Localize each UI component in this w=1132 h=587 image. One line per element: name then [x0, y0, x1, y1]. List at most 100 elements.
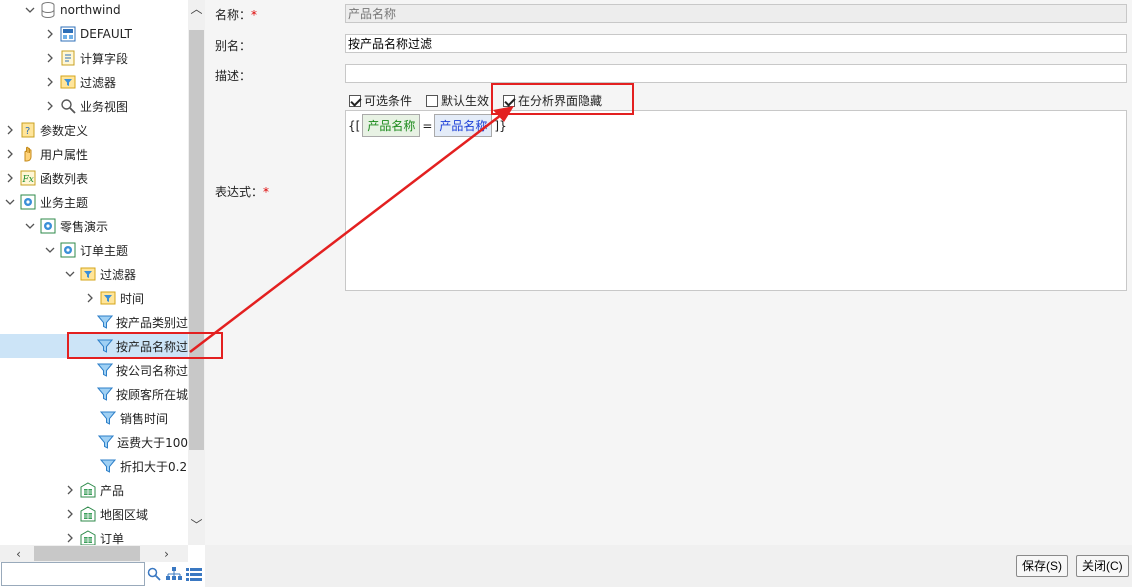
checkbox-box[interactable]	[349, 94, 361, 107]
list-view-icon[interactable]	[186, 566, 202, 582]
chevron-right-icon[interactable]	[84, 292, 96, 304]
tree-item-label: 订单	[100, 531, 125, 546]
required-mark: *	[263, 185, 270, 199]
tree-item[interactable]: 产品	[0, 478, 188, 502]
tree-item-label: 过滤器	[100, 267, 137, 282]
chevron-down-icon[interactable]	[24, 4, 36, 16]
tree-item-label: 过滤器	[80, 75, 117, 90]
param-token[interactable]: 产品名称	[434, 114, 493, 137]
save-button[interactable]: 保存(S)	[1016, 555, 1068, 577]
tree-item[interactable]: 订单主题	[0, 238, 188, 262]
tree-item-label: 运费大于100	[117, 435, 188, 450]
tree-item-label: 时间	[120, 291, 145, 306]
description-field[interactable]	[345, 64, 1127, 83]
chevron-right-icon[interactable]	[44, 52, 56, 64]
close-button[interactable]: 关闭(C)	[1076, 555, 1129, 577]
tree-vertical-scrollbar[interactable]: ︿ ﹀	[188, 0, 205, 545]
tree-item[interactable]: 折扣大于0.2	[0, 454, 188, 478]
chevron-right-icon[interactable]	[4, 124, 16, 136]
tree-view-icon[interactable]	[166, 566, 182, 582]
scroll-up-icon[interactable]: ︿	[188, 0, 205, 17]
optional-condition-checkbox[interactable]: 可选条件	[349, 92, 412, 109]
tree-item[interactable]: ? 参数定义	[0, 118, 188, 142]
chevron-right-icon[interactable]	[4, 172, 16, 184]
filter-icon	[99, 409, 117, 427]
horizontal-scroll-thumb[interactable]	[34, 546, 140, 561]
chevron-right-icon[interactable]	[64, 532, 76, 544]
tree-item[interactable]: Fx 函数列表	[0, 166, 188, 190]
tree-item-label: 按产品类别过	[115, 315, 188, 330]
tree-item[interactable]: 业务视图	[0, 94, 188, 118]
tree-item-label: 按顾客所在城	[115, 387, 188, 402]
tree-item[interactable]: 按顾客所在城	[0, 382, 188, 406]
chevron-right-icon[interactable]	[44, 100, 56, 112]
tree-horizontal-scrollbar[interactable]: ‹ ›	[0, 545, 188, 562]
tree-item[interactable]: 按产品类别过	[0, 310, 188, 334]
expression-editor[interactable]: {[ 产品名称 = 产品名称 ]}	[345, 110, 1127, 291]
alias-field[interactable]	[345, 34, 1127, 53]
tree-item[interactable]: 运费大于100	[0, 430, 188, 454]
tree-item[interactable]: 按产品名称过	[0, 334, 188, 358]
subject-icon	[19, 193, 37, 211]
chevron-down-icon[interactable]	[44, 244, 56, 256]
name-label: 名称：*	[215, 6, 257, 23]
scroll-left-icon[interactable]: ‹	[10, 545, 27, 562]
scroll-down-icon[interactable]: ﹀	[188, 516, 205, 533]
tree-item[interactable]: 过滤器	[0, 262, 188, 286]
chevron-right-icon[interactable]	[4, 148, 16, 160]
default-active-checkbox[interactable]: 默认生效	[426, 92, 489, 109]
folder-blue-icon	[59, 25, 77, 43]
tree-item-label: 计算字段	[80, 51, 129, 66]
tree-item[interactable]: 业务主题	[0, 190, 188, 214]
tree-item-label: 按产品名称过	[115, 339, 188, 354]
filter-folder-icon	[79, 265, 97, 283]
tree-item[interactable]: 时间	[0, 286, 188, 310]
param-icon: ?	[19, 121, 37, 139]
chevron-down-icon[interactable]	[24, 220, 36, 232]
tree-item[interactable]: 计算字段	[0, 46, 188, 70]
hand-icon	[19, 145, 37, 163]
chevron-down-icon[interactable]	[4, 196, 16, 208]
table-icon	[79, 481, 97, 499]
tree-panel: northwind DEFAULT 计算字段 过滤器 业务视图? 参数定义 用户属性 Fx 函数…	[0, 0, 205, 587]
tree-item[interactable]: 地图区域	[0, 502, 188, 526]
vertical-scroll-thumb[interactable]	[189, 30, 204, 450]
tree-item[interactable]: 订单	[0, 526, 188, 545]
tree-item-label: 业务主题	[40, 195, 89, 210]
tree-item[interactable]: DEFAULT	[0, 22, 188, 46]
tree-item[interactable]: 销售时间	[0, 406, 188, 430]
table-icon	[79, 529, 97, 545]
tree-item[interactable]: 过滤器	[0, 70, 188, 94]
checkbox-box[interactable]	[503, 94, 516, 107]
chevron-right-icon[interactable]	[64, 484, 76, 496]
chevron-right-icon[interactable]	[44, 76, 56, 88]
tree-item[interactable]: 用户属性	[0, 142, 188, 166]
expression-open-brace: {[	[348, 118, 361, 133]
tree-item-label: 销售时间	[120, 411, 169, 426]
filter-icon	[99, 457, 117, 475]
field-token[interactable]: 产品名称	[362, 114, 421, 137]
search-icon[interactable]	[146, 566, 162, 582]
chevron-down-icon[interactable]	[64, 268, 76, 280]
tree-item[interactable]: northwind	[0, 0, 188, 22]
tree-item-label: 业务视图	[80, 99, 129, 114]
name-field[interactable]	[345, 4, 1127, 23]
hide-in-analysis-checkbox[interactable]: 在分析界面隐藏	[503, 92, 602, 109]
scroll-right-icon[interactable]: ›	[158, 545, 175, 562]
filter-icon	[96, 385, 113, 403]
tree-item[interactable]: 按公司名称过	[0, 358, 188, 382]
tree-item-label: DEFAULT	[80, 27, 132, 41]
tree-item-label: 参数定义	[40, 123, 89, 138]
tree-item[interactable]: 零售演示	[0, 214, 188, 238]
subject-icon	[39, 217, 57, 235]
checkbox-box[interactable]	[426, 94, 439, 107]
database-icon	[39, 1, 57, 19]
expression-close-brace: ]}	[494, 118, 507, 133]
chevron-right-icon[interactable]	[44, 28, 56, 40]
chevron-right-icon[interactable]	[64, 508, 76, 520]
tree-search-input[interactable]	[1, 562, 145, 586]
